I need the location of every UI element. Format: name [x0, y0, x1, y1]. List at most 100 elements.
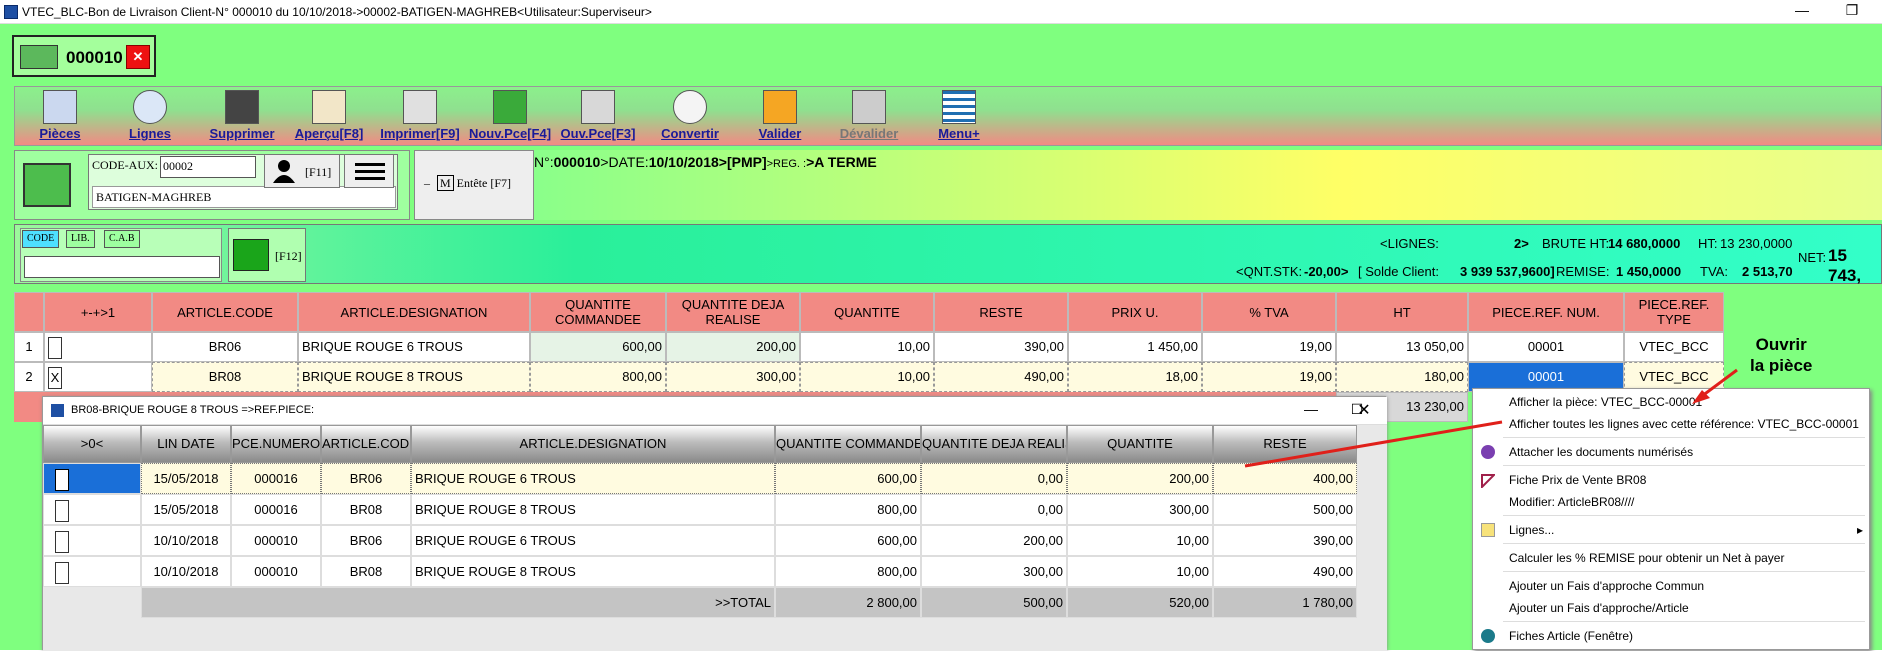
qte-cmd-cell[interactable]: 800,00 — [530, 362, 666, 392]
article-code-cell[interactable]: BR06 — [152, 332, 298, 362]
supprimer-button[interactable]: Supprimer — [206, 90, 278, 144]
entete-button[interactable]: – M Entête [F7] — [424, 175, 511, 191]
grid-header-designation[interactable]: ARTICLE.DESIGNATION — [298, 292, 530, 332]
popup-designation-cell[interactable]: BRIQUE ROUGE 8 TROUS — [411, 494, 775, 525]
qte-cell[interactable]: 10,00 — [800, 332, 934, 362]
menu-item-frais-commun[interactable]: Ajouter un Fais d'approche Commun — [1473, 575, 1869, 597]
popup-row-select[interactable] — [43, 494, 141, 525]
popup-cmd-cell[interactable]: 600,00 — [775, 525, 921, 556]
popup-qte-cell[interactable]: 10,00 — [1067, 556, 1213, 587]
grid-header-tva[interactable]: % TVA — [1202, 292, 1336, 332]
menu-item-fiches-article[interactable]: Fiches Article (Fenêtre) — [1473, 625, 1869, 647]
pieces-button[interactable]: Pièces — [36, 90, 84, 144]
popup-code-cell[interactable]: BR08 — [321, 494, 411, 525]
row-select-cell[interactable] — [44, 332, 152, 362]
popup-header-numero[interactable]: PCE.NUMERO — [231, 425, 321, 463]
popup-numero-cell[interactable]: 000010 — [231, 525, 321, 556]
popup-row-checkbox[interactable] — [55, 561, 69, 584]
reste-cell[interactable]: 390,00 — [934, 332, 1068, 362]
menu-item-calculer-remise[interactable]: Calculer les % REMISE pour obtenir un Ne… — [1473, 547, 1869, 569]
minimize-icon[interactable]: — — [1782, 2, 1822, 22]
popup-real-cell[interactable]: 200,00 — [921, 525, 1067, 556]
qte-real-cell[interactable]: 300,00 — [666, 362, 800, 392]
article-search-input[interactable] — [24, 256, 220, 278]
popup-header-select[interactable]: >0< — [43, 425, 141, 463]
popup-cmd-cell[interactable]: 600,00 — [775, 463, 921, 494]
tva-cell[interactable]: 19,00 — [1202, 332, 1336, 362]
client-select-button[interactable]: [F11] — [264, 154, 340, 188]
ref-num-cell[interactable]: 00001 — [1468, 332, 1624, 362]
popup-designation-cell[interactable]: BRIQUE ROUGE 6 TROUS — [411, 463, 775, 494]
popup-code-cell[interactable]: BR06 — [321, 463, 411, 494]
popup-numero-cell[interactable]: 000016 — [231, 494, 321, 525]
restore-icon[interactable]: ❐ — [1832, 2, 1872, 22]
designation-cell[interactable]: BRIQUE ROUGE 6 TROUS — [298, 332, 530, 362]
lignes-button[interactable]: Lignes — [126, 90, 174, 144]
ouv-pce-button[interactable]: Ouv.Pce[F3] — [560, 90, 636, 144]
popup-row-checkbox[interactable] — [55, 468, 69, 491]
popup-qte-cell[interactable]: 300,00 — [1067, 494, 1213, 525]
menu-item-fiche-prix[interactable]: Fiche Prix de Vente BR08 — [1473, 469, 1869, 491]
popup-date-cell[interactable]: 15/05/2018 — [141, 494, 231, 525]
popup-reste-cell[interactable]: 490,00 — [1213, 556, 1357, 587]
client-name-field[interactable]: BATIGEN-MAGHREB — [92, 186, 396, 208]
search-by-cab-button[interactable]: C.A.B — [104, 230, 140, 248]
apercu-button[interactable]: Aperçu[F8] — [294, 90, 364, 144]
popup-header-designation[interactable]: ARTICLE.DESIGNATION — [411, 425, 775, 463]
grid-header-qte[interactable]: QUANTITE — [800, 292, 934, 332]
ref-type-cell[interactable]: VTEC_BCC — [1624, 332, 1724, 362]
search-by-lib-button[interactable]: LIB. — [66, 230, 95, 248]
nouv-pce-button[interactable]: Nouv.Pce[F4] — [468, 90, 552, 144]
row-select-cell[interactable]: X — [44, 362, 152, 392]
menu-item-modifier-article[interactable]: Modifier: ArticleBR08//// — [1473, 491, 1869, 513]
row-checkbox[interactable]: X — [48, 366, 62, 389]
popup-row-select[interactable] — [43, 556, 141, 587]
popup-numero-cell[interactable]: 000010 — [231, 556, 321, 587]
grid-header-reste[interactable]: RESTE — [934, 292, 1068, 332]
menu-plus-button[interactable]: Menu+ — [934, 90, 984, 144]
popup-real-cell[interactable]: 0,00 — [921, 463, 1067, 494]
menu-item-lignes[interactable]: Lignes... ▸ — [1473, 519, 1869, 541]
grid-header-select[interactable]: +-+>1 — [44, 292, 152, 332]
popup-reste-cell[interactable]: 500,00 — [1213, 494, 1357, 525]
imprimer-button[interactable]: Imprimer[F9] — [378, 90, 462, 144]
grid-header-prix[interactable]: PRIX U. — [1068, 292, 1202, 332]
popup-designation-cell[interactable]: BRIQUE ROUGE 8 TROUS — [411, 556, 775, 587]
grid-header-qte-real[interactable]: QUANTITE DEJA REALISE — [666, 292, 800, 332]
cart-button[interactable]: [F12] — [228, 228, 306, 282]
designation-cell[interactable]: BRIQUE ROUGE 8 TROUS — [298, 362, 530, 392]
prix-cell[interactable]: 18,00 — [1068, 362, 1202, 392]
popup-designation-cell[interactable]: BRIQUE ROUGE 6 TROUS — [411, 525, 775, 556]
popup-row-checkbox[interactable] — [55, 530, 69, 553]
qte-real-cell[interactable]: 200,00 — [666, 332, 800, 362]
popup-date-cell[interactable]: 15/05/2018 — [141, 463, 231, 494]
client-menu-button[interactable] — [344, 154, 394, 188]
prix-cell[interactable]: 1 450,00 — [1068, 332, 1202, 362]
popup-row-select[interactable] — [43, 463, 141, 494]
popup-code-cell[interactable]: BR06 — [321, 525, 411, 556]
popup-numero-cell[interactable]: 000016 — [231, 463, 321, 494]
popup-header-code[interactable]: ARTICLE.CODE — [321, 425, 411, 463]
valider-button[interactable]: Valider — [756, 90, 804, 144]
reste-cell[interactable]: 490,00 — [934, 362, 1068, 392]
grid-header-ref-num[interactable]: PIECE.REF. NUM. — [1468, 292, 1624, 332]
popup-row-select[interactable] — [43, 525, 141, 556]
qte-cmd-cell[interactable]: 600,00 — [530, 332, 666, 362]
popup-row-checkbox[interactable] — [55, 499, 69, 522]
popup-date-cell[interactable]: 10/10/2018 — [141, 556, 231, 587]
code-aux-input[interactable]: 00002 — [160, 156, 256, 178]
popup-date-cell[interactable]: 10/10/2018 — [141, 525, 231, 556]
document-tab[interactable]: 000010 ✕ — [12, 35, 156, 77]
article-code-cell[interactable]: BR08 — [152, 362, 298, 392]
row-checkbox[interactable] — [48, 336, 62, 359]
popup-header-date[interactable]: LIN DATE — [141, 425, 231, 463]
grid-header-ref-type[interactable]: PIECE.REF. TYPE — [1624, 292, 1724, 332]
popup-real-cell[interactable]: 0,00 — [921, 494, 1067, 525]
popup-header-qte[interactable]: QUANTITE — [1067, 425, 1213, 463]
grid-header-code[interactable]: ARTICLE.CODE — [152, 292, 298, 332]
popup-qte-cell[interactable]: 200,00 — [1067, 463, 1213, 494]
popup-qte-cell[interactable]: 10,00 — [1067, 525, 1213, 556]
grid-header-qte-cmd[interactable]: QUANTITE COMMANDEE — [530, 292, 666, 332]
popup-header-cmd[interactable]: QUANTITE COMMANDEE — [775, 425, 921, 463]
ht-cell[interactable]: 13 050,00 — [1336, 332, 1468, 362]
